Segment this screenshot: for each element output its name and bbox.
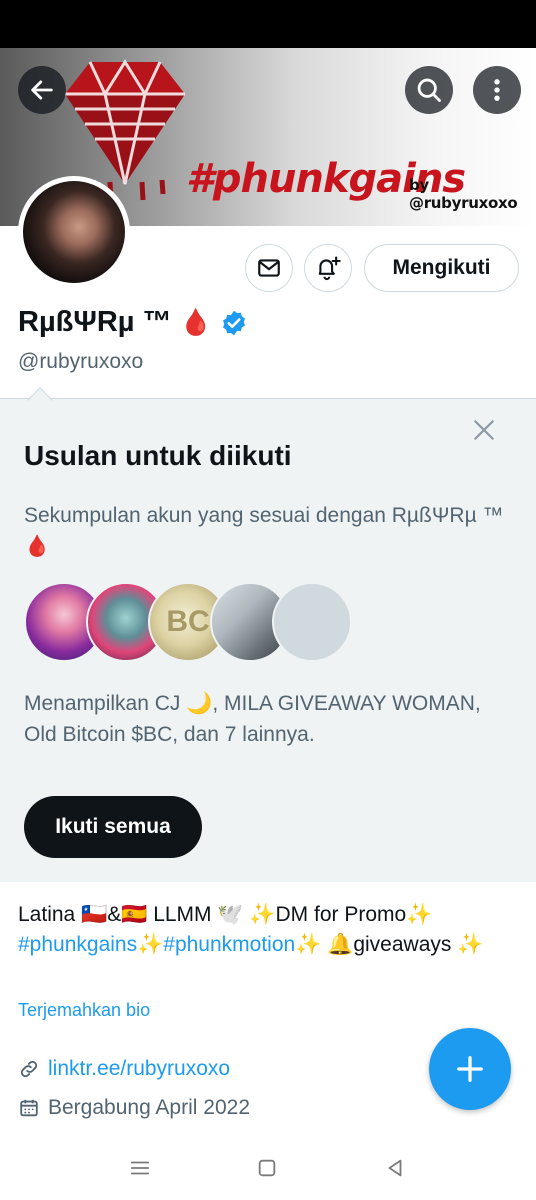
profile-bio: Latina 🇨🇱&🇪🇸 LLMM 🕊️ ✨DM for Promo✨ #phu…: [18, 900, 518, 960]
system-back-button[interactable]: [379, 1152, 411, 1184]
banner-byline: by @rubyruxoxo: [409, 176, 518, 212]
suggested-avatar: [272, 582, 352, 662]
suggestions-title: Usulan untuk diikuti: [24, 440, 292, 471]
joined-date: Bergabung April 2022: [48, 1096, 250, 1119]
back-button[interactable]: [18, 66, 66, 114]
home-square-icon: [258, 1159, 276, 1177]
recents-icon: [130, 1161, 150, 1175]
mail-icon: [258, 259, 280, 277]
website-link[interactable]: linktr.ee/rubyruxoxo: [48, 1057, 230, 1081]
coin-logo: BC: [166, 605, 210, 638]
triangle-back-icon: [388, 1159, 402, 1177]
following-button[interactable]: Mengikuti: [364, 244, 519, 292]
profile-joined: Bergabung April 2022: [18, 1096, 250, 1120]
verified-badge-icon[interactable]: [220, 309, 248, 337]
bio-text: Latina 🇨🇱&🇪🇸 LLMM 🕊️ ✨DM for Promo✨: [18, 903, 433, 926]
close-icon: [474, 420, 494, 440]
follow-all-button[interactable]: Ikuti semua: [24, 796, 202, 858]
close-suggestions-button[interactable]: [468, 414, 500, 446]
suggestions-description: Sekumpulan akun yang sesuai dengan RµßΨR…: [24, 504, 504, 558]
display-name: RµßΨRµ ™: [18, 306, 172, 338]
arrow-left-icon: [31, 80, 53, 100]
notifications-button[interactable]: [304, 244, 352, 292]
hashtag-link[interactable]: #phunkgains: [18, 933, 137, 956]
hashtag-link[interactable]: #phunkmotion: [163, 933, 295, 956]
bell-plus-icon: [318, 256, 341, 281]
profile-avatar[interactable]: [18, 176, 130, 288]
recents-button[interactable]: [124, 1152, 156, 1184]
home-button[interactable]: [251, 1152, 283, 1184]
status-bar: [0, 0, 536, 48]
translate-bio-link[interactable]: Terjemahkan bio: [18, 1000, 150, 1021]
search-icon: [417, 78, 441, 102]
compose-button[interactable]: [429, 1028, 511, 1110]
plus-icon: [457, 1056, 483, 1082]
suggested-avatars[interactable]: BC: [24, 582, 352, 664]
avatar-image: [23, 181, 125, 283]
link-icon: [20, 1060, 38, 1078]
suggestions-summary: Menampilkan CJ 🌙, MILA GIVEAWAY WOMAN, O…: [24, 692, 481, 746]
more-vertical-icon: [494, 79, 500, 101]
bio-emoji: ✨: [137, 933, 164, 956]
name-emoji: 🩸: [179, 307, 212, 337]
display-name-row: RµßΨRµ ™ 🩸: [18, 306, 248, 339]
more-options-button[interactable]: [473, 66, 521, 114]
search-button[interactable]: [405, 66, 453, 114]
calendar-icon: [20, 1099, 38, 1117]
profile-website: linktr.ee/rubyruxoxo: [18, 1057, 230, 1081]
bio-text: ✨ 🔔giveaways ✨: [295, 933, 484, 956]
message-button[interactable]: [245, 244, 293, 292]
profile-handle: @rubyruxoxo: [18, 350, 144, 373]
